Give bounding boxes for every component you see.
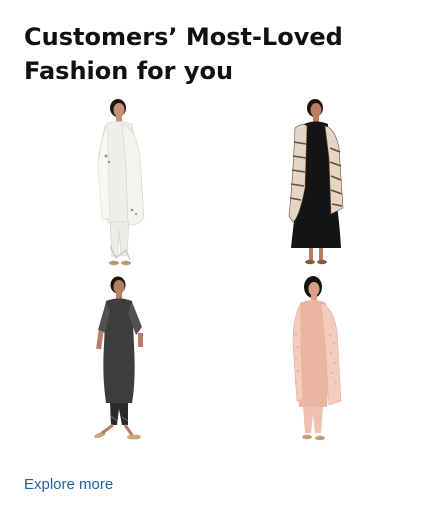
grey-kurta-pant-set-image <box>94 276 143 440</box>
black-anarkali-print-dupatta-image <box>288 99 344 265</box>
peach-kurta-dupatta-set-image <box>292 276 342 441</box>
product-tile-peach-kurta-set[interactable] <box>283 275 345 449</box>
fashion-recommendation-card: Customers’ Most-Loved Fashion for you Ex… <box>0 0 430 515</box>
card-title: Customers’ Most-Loved Fashion for you <box>24 23 343 85</box>
product-tile-white-kurta-set[interactable] <box>86 98 152 272</box>
product-tile-black-anarkali[interactable] <box>285 98 347 272</box>
white-kurta-dupatta-set-image <box>97 99 145 266</box>
product-tile-grey-kurta-set[interactable] <box>86 275 156 449</box>
explore-more-link[interactable]: Explore more <box>24 475 113 495</box>
